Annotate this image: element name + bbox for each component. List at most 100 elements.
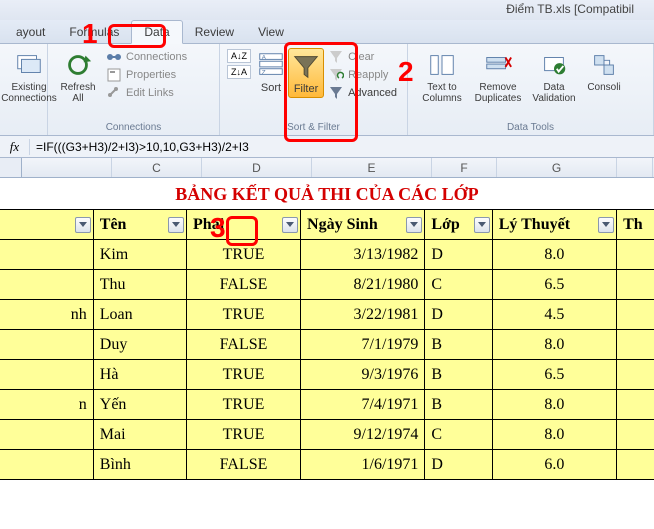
table-row[interactable]: DuyFALSE7/1/1979B8.0	[0, 330, 654, 360]
cell-ten[interactable]: Yến	[93, 390, 186, 420]
cell-ngaysinh[interactable]: 3/22/1981	[301, 300, 425, 330]
cell-ngaysinh[interactable]: 1/6/1971	[301, 450, 425, 480]
existing-connections-button[interactable]: ExistingConnections	[6, 48, 52, 106]
edit-links-button[interactable]: Edit Links	[102, 84, 191, 102]
cell-phai[interactable]: TRUE	[187, 390, 301, 420]
reapply-button[interactable]: Reapply	[324, 66, 401, 84]
col-header-h[interactable]	[617, 158, 653, 177]
cell-ten[interactable]: Hà	[93, 360, 186, 390]
filter-dropdown-phai[interactable]	[282, 217, 298, 233]
consolidate-button[interactable]: Consoli	[582, 48, 626, 95]
cell-phai[interactable]: TRUE	[187, 360, 301, 390]
cell-ten[interactable]: Thu	[93, 270, 186, 300]
table-row[interactable]: ThuFALSE8/21/1980C6.5	[0, 270, 654, 300]
cell-th[interactable]	[617, 240, 654, 270]
cell-lythuyet[interactable]: 8.0	[492, 330, 616, 360]
header-ngaysinh[interactable]: Ngày Sinh	[301, 210, 425, 240]
header-phai[interactable]: Phái	[187, 210, 301, 240]
formula-input[interactable]: =IF(((G3+H3)/2+I3)>10,10,G3+H3)/2+I3	[30, 140, 654, 154]
cell-ten[interactable]: Loan	[93, 300, 186, 330]
cell-b[interactable]: n	[0, 390, 93, 420]
data-validation-button[interactable]: DataValidation	[526, 48, 582, 106]
table-row[interactable]: HàTRUE9/3/1976B6.5	[0, 360, 654, 390]
tab-formulas[interactable]: Formulas	[57, 21, 131, 43]
cell-phai[interactable]: TRUE	[187, 420, 301, 450]
filter-dropdown-b[interactable]	[75, 217, 91, 233]
table-row[interactable]: BìnhFALSE1/6/1971D6.0	[0, 450, 654, 480]
cell-th[interactable]	[617, 330, 654, 360]
cell-lop[interactable]: D	[425, 240, 492, 270]
cell-lop[interactable]: D	[425, 450, 492, 480]
filter-dropdown-ten[interactable]	[168, 217, 184, 233]
cell-ngaysinh[interactable]: 7/4/1971	[301, 390, 425, 420]
col-header-f[interactable]: F	[432, 158, 497, 177]
header-lythuyet[interactable]: Lý Thuyết	[492, 210, 616, 240]
fx-icon[interactable]: fx	[0, 139, 30, 155]
cell-th[interactable]	[617, 390, 654, 420]
cell-ten[interactable]: Kim	[93, 240, 186, 270]
cell-lythuyet[interactable]: 8.0	[492, 390, 616, 420]
col-header-c[interactable]: C	[112, 158, 202, 177]
cell-ngaysinh[interactable]: 3/13/1982	[301, 240, 425, 270]
sort-az-icon[interactable]: A↓Z	[227, 49, 251, 63]
header-th[interactable]: Th	[617, 210, 654, 240]
cell-lop[interactable]: C	[425, 420, 492, 450]
cell-b[interactable]	[0, 420, 93, 450]
cell-th[interactable]	[617, 420, 654, 450]
table-row[interactable]: KimTRUE3/13/1982D8.0	[0, 240, 654, 270]
cell-lythuyet[interactable]: 6.5	[492, 360, 616, 390]
cell-ten[interactable]: Bình	[93, 450, 186, 480]
filter-button[interactable]: Filter	[288, 48, 324, 98]
table-row[interactable]: nhLoanTRUE3/22/1981D4.5	[0, 300, 654, 330]
cell-ngaysinh[interactable]: 8/21/1980	[301, 270, 425, 300]
header-ten[interactable]: Tên	[93, 210, 186, 240]
cell-b[interactable]	[0, 330, 93, 360]
cell-lythuyet[interactable]: 8.0	[492, 420, 616, 450]
col-header-e[interactable]: E	[312, 158, 432, 177]
cell-ngaysinh[interactable]: 9/3/1976	[301, 360, 425, 390]
row-header-corner[interactable]	[0, 158, 22, 177]
filter-dropdown-ngaysinh[interactable]	[406, 217, 422, 233]
filter-dropdown-lop[interactable]	[474, 217, 490, 233]
cell-phai[interactable]: FALSE	[187, 330, 301, 360]
cell-lop[interactable]: C	[425, 270, 492, 300]
cell-b[interactable]	[0, 360, 93, 390]
cell-ngaysinh[interactable]: 7/1/1979	[301, 330, 425, 360]
col-header-b[interactable]	[22, 158, 112, 177]
cell-lop[interactable]: B	[425, 390, 492, 420]
refresh-all-button[interactable]: RefreshAll	[54, 48, 102, 106]
tab-review[interactable]: Review	[183, 21, 246, 43]
properties-button[interactable]: Properties	[102, 66, 191, 84]
header-lop[interactable]: Lớp	[425, 210, 492, 240]
cell-b[interactable]: nh	[0, 300, 93, 330]
cell-phai[interactable]: TRUE	[187, 240, 301, 270]
tab-view[interactable]: View	[246, 21, 296, 43]
sort-button[interactable]: AZ Sort	[254, 48, 288, 96]
col-header-g[interactable]: G	[497, 158, 617, 177]
cell-lop[interactable]: B	[425, 330, 492, 360]
cell-th[interactable]	[617, 360, 654, 390]
cell-lythuyet[interactable]: 6.0	[492, 450, 616, 480]
table-row[interactable]: nYếnTRUE7/4/1971B8.0	[0, 390, 654, 420]
sort-za-icon[interactable]: Z↓A	[227, 65, 251, 79]
cell-th[interactable]	[617, 450, 654, 480]
cell-b[interactable]	[0, 240, 93, 270]
cell-ten[interactable]: Duy	[93, 330, 186, 360]
cell-ten[interactable]: Mai	[93, 420, 186, 450]
cell-phai[interactable]: FALSE	[187, 270, 301, 300]
advanced-button[interactable]: Advanced	[324, 84, 401, 102]
connections-button[interactable]: Connections	[102, 48, 191, 66]
cell-phai[interactable]: FALSE	[187, 450, 301, 480]
cell-th[interactable]	[617, 270, 654, 300]
text-to-columns-button[interactable]: Text toColumns	[414, 48, 470, 106]
header-col-b[interactable]	[0, 210, 93, 240]
remove-duplicates-button[interactable]: RemoveDuplicates	[470, 48, 526, 106]
cell-lythuyet[interactable]: 6.5	[492, 270, 616, 300]
cell-ngaysinh[interactable]: 9/12/1974	[301, 420, 425, 450]
tab-layout[interactable]: ayout	[4, 21, 57, 43]
cell-lythuyet[interactable]: 4.5	[492, 300, 616, 330]
cell-lop[interactable]: D	[425, 300, 492, 330]
cell-th[interactable]	[617, 300, 654, 330]
col-header-d[interactable]: D	[202, 158, 312, 177]
cell-phai[interactable]: TRUE	[187, 300, 301, 330]
